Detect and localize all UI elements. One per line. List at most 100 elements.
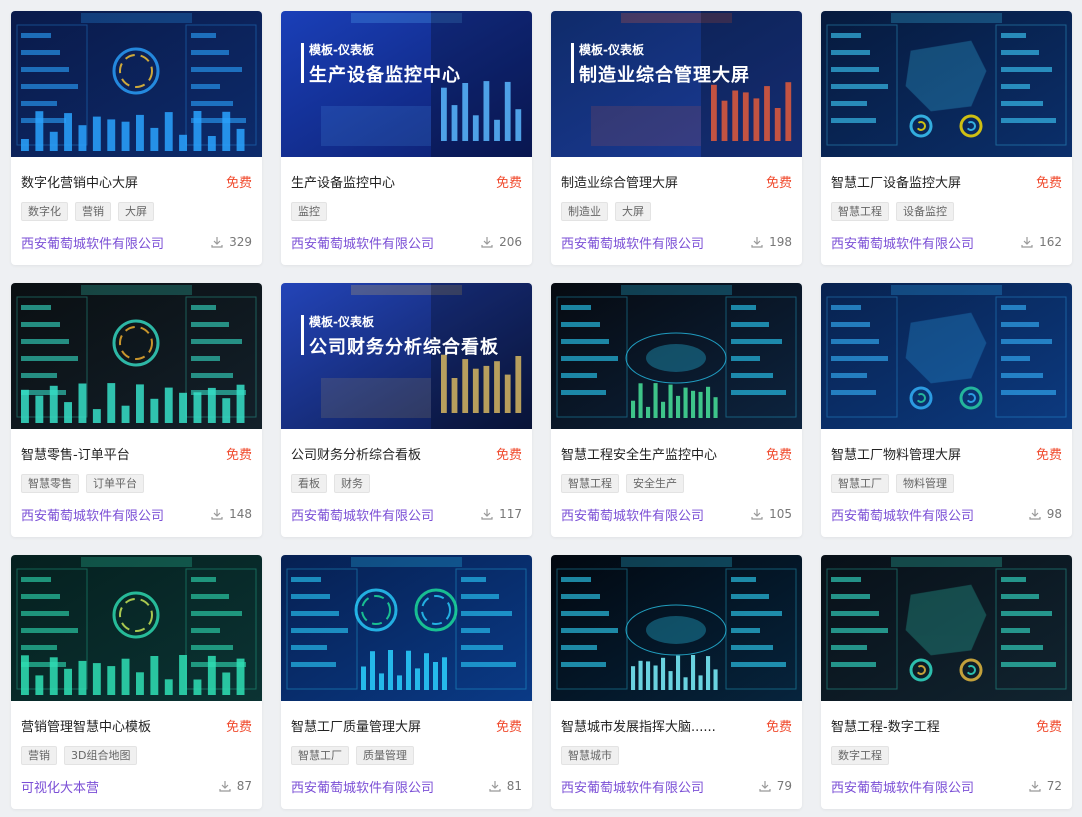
tag[interactable]: 营销 bbox=[21, 746, 57, 765]
download-icon bbox=[211, 237, 223, 248]
overlay-subtitle: 模板-仪表板 bbox=[309, 43, 374, 57]
author-link[interactable]: 西安葡萄城软件有限公司 bbox=[831, 777, 974, 796]
tag[interactable]: 智慧工厂 bbox=[831, 474, 889, 493]
card-title[interactable]: 公司财务分析综合看板 bbox=[291, 444, 421, 463]
thumbnail[interactable] bbox=[821, 555, 1072, 701]
tag[interactable]: 智慧工厂 bbox=[291, 746, 349, 765]
author-link[interactable]: 西安葡萄城软件有限公司 bbox=[831, 233, 974, 252]
tag[interactable]: 大屏 bbox=[615, 202, 651, 221]
thumbnail[interactable] bbox=[11, 11, 262, 157]
overlay-accent-bar bbox=[301, 315, 304, 355]
template-card[interactable]: 模板-仪表板 公司财务分析综合看板 公司财务分析综合看板 免费 看板 财务 西安葡… bbox=[281, 283, 532, 537]
card-title[interactable]: 智慧工程安全生产监控中心 bbox=[561, 444, 717, 463]
author-link[interactable]: 可视化大本营 bbox=[21, 777, 99, 796]
thumbnail[interactable] bbox=[551, 555, 802, 701]
thumbnail[interactable]: 模板-仪表板 公司财务分析综合看板 bbox=[281, 283, 532, 429]
tag-list: 制造业 大屏 bbox=[561, 202, 651, 221]
thumbnail-graphic bbox=[821, 11, 1072, 157]
card-title[interactable]: 智慧城市发展指挥大脑...... bbox=[561, 716, 716, 735]
download-icon bbox=[1029, 781, 1041, 792]
thumbnail[interactable] bbox=[551, 283, 802, 429]
thumbnail-graphic bbox=[551, 555, 802, 701]
author-link[interactable]: 西安葡萄城软件有限公司 bbox=[561, 233, 704, 252]
overlay-title: 生产设备监控中心 bbox=[309, 65, 461, 86]
tag[interactable]: 智慧零售 bbox=[21, 474, 79, 493]
tag[interactable]: 大屏 bbox=[118, 202, 154, 221]
author-link[interactable]: 西安葡萄城软件有限公司 bbox=[291, 233, 434, 252]
card-title[interactable]: 数字化营销中心大屏 bbox=[21, 172, 138, 191]
thumbnail-graphic bbox=[11, 283, 262, 429]
thumbnail[interactable] bbox=[821, 11, 1072, 157]
tag-list: 数字工程 bbox=[831, 746, 889, 765]
author-link[interactable]: 西安葡萄城软件有限公司 bbox=[561, 505, 704, 524]
tag[interactable]: 3D组合地图 bbox=[64, 746, 138, 765]
template-card[interactable]: 智慧零售-订单平台 免费 智慧零售 订单平台 西安葡萄城软件有限公司 148 bbox=[11, 283, 262, 537]
author-link[interactable]: 西安葡萄城软件有限公司 bbox=[561, 777, 704, 796]
template-card[interactable]: 智慧工厂设备监控大屏 免费 智慧工程 设备监控 西安葡萄城软件有限公司 162 bbox=[821, 11, 1072, 265]
download-count: 81 bbox=[489, 779, 522, 793]
card-title[interactable]: 制造业综合管理大屏 bbox=[561, 172, 678, 191]
template-card[interactable]: 智慧城市发展指挥大脑...... 免费 智慧城市 西安葡萄城软件有限公司 79 bbox=[551, 555, 802, 809]
tag[interactable]: 监控 bbox=[291, 202, 327, 221]
card-title[interactable]: 智慧工厂设备监控大屏 bbox=[831, 172, 961, 191]
tag[interactable]: 智慧工程 bbox=[561, 474, 619, 493]
author-link[interactable]: 西安葡萄城软件有限公司 bbox=[291, 505, 434, 524]
tag[interactable]: 数字工程 bbox=[831, 746, 889, 765]
author-link[interactable]: 西安葡萄城软件有限公司 bbox=[831, 505, 974, 524]
tag[interactable]: 设备监控 bbox=[896, 202, 954, 221]
download-icon bbox=[481, 509, 493, 520]
card-title[interactable]: 营销管理智慧中心模板 bbox=[21, 716, 151, 735]
template-card[interactable]: 数字化营销中心大屏 免费 数字化 营销 大屏 西安葡萄城软件有限公司 329 bbox=[11, 11, 262, 265]
download-count: 148 bbox=[211, 507, 252, 521]
author-link[interactable]: 西安葡萄城软件有限公司 bbox=[21, 233, 164, 252]
card-title[interactable]: 智慧工厂物料管理大屏 bbox=[831, 444, 961, 463]
tag-list: 数字化 营销 大屏 bbox=[21, 202, 154, 221]
price-label: 免费 bbox=[225, 719, 252, 735]
template-card[interactable]: 智慧工厂物料管理大屏 免费 智慧工厂 物料管理 西安葡萄城软件有限公司 98 bbox=[821, 283, 1072, 537]
download-count-value: 206 bbox=[499, 235, 522, 249]
price-label: 免费 bbox=[1035, 175, 1062, 191]
thumbnail[interactable] bbox=[11, 283, 262, 429]
download-icon bbox=[759, 781, 771, 792]
tag[interactable]: 营销 bbox=[75, 202, 111, 221]
card-title[interactable]: 智慧零售-订单平台 bbox=[21, 444, 130, 463]
tag[interactable]: 看板 bbox=[291, 474, 327, 493]
download-count-value: 81 bbox=[506, 779, 522, 793]
template-card[interactable]: 智慧工程安全生产监控中心 免费 智慧工程 安全生产 西安葡萄城软件有限公司 105 bbox=[551, 283, 802, 537]
tag[interactable]: 制造业 bbox=[561, 202, 608, 221]
download-count-value: 79 bbox=[776, 779, 792, 793]
thumbnail[interactable] bbox=[11, 555, 262, 701]
tag[interactable]: 智慧工程 bbox=[831, 202, 889, 221]
thumbnail[interactable]: 模板-仪表板 生产设备监控中心 bbox=[281, 11, 532, 157]
template-card[interactable]: 模板-仪表板 制造业综合管理大屏 制造业综合管理大屏 免费 制造业 大屏 西安葡萄… bbox=[551, 11, 802, 265]
thumbnail-graphic bbox=[821, 555, 1072, 701]
card-title[interactable]: 智慧工厂质量管理大屏 bbox=[291, 716, 421, 735]
card-title[interactable]: 智慧工程-数字工程 bbox=[831, 716, 940, 735]
author-link[interactable]: 西安葡萄城软件有限公司 bbox=[291, 777, 434, 796]
template-card[interactable]: 智慧工程-数字工程 免费 数字工程 西安葡萄城软件有限公司 72 bbox=[821, 555, 1072, 809]
thumbnail-graphic bbox=[11, 11, 262, 157]
tag[interactable]: 物料管理 bbox=[896, 474, 954, 493]
download-count: 198 bbox=[751, 235, 792, 249]
template-card[interactable]: 营销管理智慧中心模板 免费 营销 3D组合地图 可视化大本营 87 bbox=[11, 555, 262, 809]
download-count-value: 117 bbox=[499, 507, 522, 521]
tag[interactable]: 财务 bbox=[334, 474, 370, 493]
thumbnail[interactable] bbox=[281, 555, 532, 701]
thumbnail-graphic bbox=[11, 555, 262, 701]
tag[interactable]: 订单平台 bbox=[86, 474, 144, 493]
tag-list: 营销 3D组合地图 bbox=[21, 746, 138, 765]
author-link[interactable]: 西安葡萄城软件有限公司 bbox=[21, 505, 164, 524]
thumbnail[interactable] bbox=[821, 283, 1072, 429]
card-title[interactable]: 生产设备监控中心 bbox=[291, 172, 395, 191]
tag[interactable]: 智慧城市 bbox=[561, 746, 619, 765]
tag[interactable]: 安全生产 bbox=[626, 474, 684, 493]
tag-list: 监控 bbox=[291, 202, 327, 221]
download-icon bbox=[751, 237, 763, 248]
thumbnail[interactable]: 模板-仪表板 制造业综合管理大屏 bbox=[551, 11, 802, 157]
tag[interactable]: 质量管理 bbox=[356, 746, 414, 765]
template-card[interactable]: 智慧工厂质量管理大屏 免费 智慧工厂 质量管理 西安葡萄城软件有限公司 81 bbox=[281, 555, 532, 809]
tag[interactable]: 数字化 bbox=[21, 202, 68, 221]
price-label: 免费 bbox=[765, 175, 792, 191]
template-card[interactable]: 模板-仪表板 生产设备监控中心 生产设备监控中心 免费 监控 西安葡萄城软件有限… bbox=[281, 11, 532, 265]
overlay-title: 公司财务分析综合看板 bbox=[309, 337, 499, 358]
